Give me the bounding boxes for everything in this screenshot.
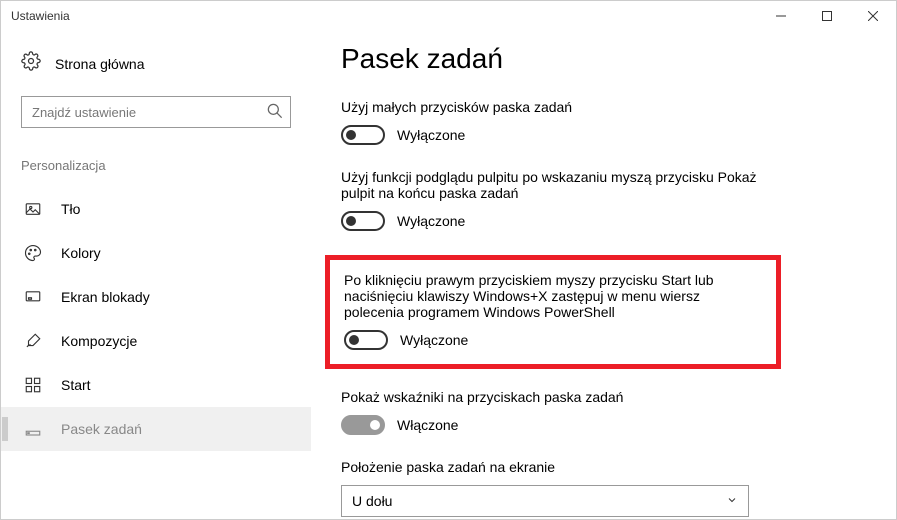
brush-icon — [23, 332, 43, 350]
toggle-state: Wyłączone — [400, 332, 468, 348]
sidebar-item-label: Start — [61, 377, 91, 393]
setting-label: Położenie paska zadań na ekranie — [341, 459, 761, 475]
window-title: Ustawienia — [11, 9, 70, 23]
search-input[interactable] — [21, 96, 291, 128]
sidebar-item-label: Ekran blokady — [61, 289, 150, 305]
sidebar-item-themes[interactable]: Kompozycje — [1, 319, 311, 363]
toggle-powershell[interactable] — [344, 330, 388, 350]
main-panel: Pasek zadań Użyj małych przycisków paska… — [311, 31, 896, 519]
setting-label: Użyj funkcji podglądu pulpitu po wskazan… — [341, 169, 761, 201]
palette-icon — [23, 244, 43, 262]
sidebar-item-label: Pasek zadań — [61, 421, 142, 437]
close-button[interactable] — [850, 1, 896, 31]
toggle-state: Wyłączone — [397, 127, 465, 143]
setting-label: Użyj małych przycisków paska zadań — [341, 99, 761, 115]
sidebar-item-taskbar[interactable]: Pasek zadań — [1, 407, 311, 451]
sidebar-item-lockscreen[interactable]: Ekran blokady — [1, 275, 311, 319]
sidebar: Strona główna Personalizacja Tło Kolory — [1, 31, 311, 519]
sidebar-item-label: Kolory — [61, 245, 101, 261]
search-box[interactable] — [21, 96, 291, 128]
toggle-badges[interactable] — [341, 415, 385, 435]
active-indicator — [2, 417, 8, 441]
setting-label: Pokaż wskaźniki na przyciskach paska zad… — [341, 389, 761, 405]
home-label: Strona główna — [55, 56, 145, 72]
lockscreen-icon — [23, 288, 43, 306]
taskbar-icon — [23, 420, 43, 438]
sidebar-item-label: Kompozycje — [61, 333, 137, 349]
category-label: Personalizacja — [21, 158, 291, 173]
gear-icon — [21, 51, 41, 76]
setting-small-buttons: Użyj małych przycisków paska zadań Wyłąc… — [341, 99, 866, 145]
sidebar-item-background[interactable]: Tło — [1, 187, 311, 231]
sidebar-item-colors[interactable]: Kolory — [1, 231, 311, 275]
page-title: Pasek zadań — [341, 43, 866, 75]
start-icon — [23, 376, 43, 394]
setting-label: Po kliknięciu prawym przyciskiem myszy p… — [344, 272, 762, 320]
toggle-state: Wyłączone — [397, 213, 465, 229]
position-dropdown[interactable]: U dołu — [341, 485, 749, 517]
setting-badges: Pokaż wskaźniki na przyciskach paska zad… — [341, 389, 866, 435]
image-icon — [23, 200, 43, 218]
window-titlebar: Ustawienia — [1, 1, 896, 31]
toggle-state: Włączone — [397, 417, 458, 433]
window-controls — [758, 1, 896, 31]
setting-peek: Użyj funkcji podglądu pulpitu po wskazan… — [341, 169, 866, 231]
highlighted-setting: Po kliknięciu prawym przyciskiem myszy p… — [325, 255, 781, 369]
dropdown-value: U dołu — [352, 493, 392, 509]
toggle-peek[interactable] — [341, 211, 385, 231]
sidebar-nav: Tło Kolory Ekran blokady Kompozycje — [1, 187, 311, 451]
maximize-button[interactable] — [804, 1, 850, 31]
search-icon — [265, 101, 285, 126]
sidebar-item-label: Tło — [61, 201, 80, 217]
chevron-down-icon — [726, 494, 738, 509]
home-link[interactable]: Strona główna — [21, 51, 291, 76]
sidebar-item-start[interactable]: Start — [1, 363, 311, 407]
toggle-small-buttons[interactable] — [341, 125, 385, 145]
setting-position: Położenie paska zadań na ekranie U dołu — [341, 459, 866, 517]
minimize-button[interactable] — [758, 1, 804, 31]
